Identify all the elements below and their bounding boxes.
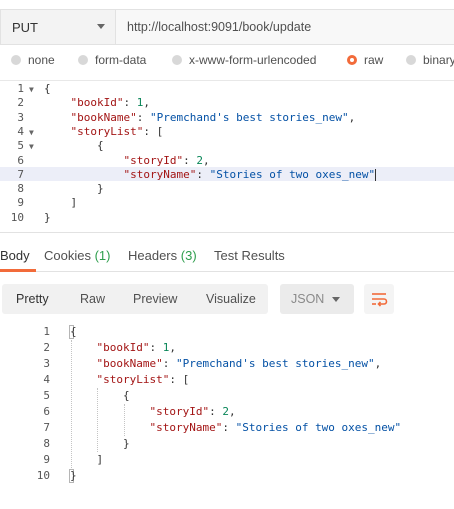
format-label: JSON: [291, 292, 325, 306]
code-line: "bookName": "Premchand's best stories_ne…: [96, 357, 382, 370]
radio-none[interactable]: none: [11, 53, 55, 67]
tab-label: Cookies: [44, 248, 91, 263]
radio-form-data[interactable]: form-data: [78, 53, 146, 67]
tab-label: Headers: [128, 248, 178, 263]
line-number: 1: [43, 325, 50, 338]
line-number: 5: [43, 389, 50, 402]
code-line: {: [96, 139, 104, 153]
format-select[interactable]: JSON: [280, 284, 354, 314]
code-line: "storyId": 2,: [123, 153, 210, 167]
editor-gutter: 1 2 3 4 5 6 7 8 9 10 ▼ ▼ ▼: [0, 81, 44, 231]
response-tabs: Body Cookies (1) Headers (3) Test Result…: [0, 232, 454, 272]
preview-button[interactable]: Preview: [133, 292, 177, 306]
radio-circle-icon: [172, 55, 182, 65]
method-select[interactable]: PUT: [0, 9, 115, 45]
radio-label: none: [28, 53, 55, 67]
line-number: 6: [17, 153, 24, 167]
url-input[interactable]: http://localhost:9091/book/update: [115, 9, 454, 45]
line-number: 7: [17, 167, 24, 181]
line-number: 6: [43, 405, 50, 418]
line-number: 3: [17, 110, 24, 124]
code-line: "storyName": "Stories of two oxes_new": [123, 167, 377, 181]
code-line: {: [44, 82, 51, 95]
radio-circle-icon: [11, 55, 21, 65]
fold-toggle-icon[interactable]: ▼: [29, 85, 34, 94]
radio-x-www-form-urlencoded[interactable]: x-www-form-urlencoded: [172, 53, 316, 67]
radio-circle-icon: [406, 55, 416, 65]
chevron-down-icon: [332, 297, 340, 302]
line-number: 3: [43, 357, 50, 370]
line-number: 8: [43, 437, 50, 450]
code-line: "storyList": [: [70, 124, 164, 138]
tab-cookies[interactable]: Cookies (1): [44, 248, 110, 263]
radio-label: x-www-form-urlencoded: [189, 53, 317, 67]
line-number: 9: [43, 453, 50, 466]
request-body-editor[interactable]: 1 2 3 4 5 6 7 8 9 10 ▼ ▼ ▼ { "bookId": 1…: [0, 80, 454, 231]
line-number: 10: [36, 469, 50, 482]
radio-label: binary: [423, 53, 454, 67]
radio-label: form-data: [95, 53, 147, 67]
method-label: PUT: [12, 20, 38, 35]
code-line: {: [122, 389, 130, 402]
tab-count: (3): [180, 248, 197, 263]
url-text: http://localhost:9091/book/update: [127, 20, 312, 34]
line-number: 5: [17, 139, 24, 153]
request-bar: PUT http://localhost:9091/book/update: [0, 0, 454, 54]
code-line: }: [70, 469, 77, 482]
code-line: "bookName": "Premchand's best stories_ne…: [70, 110, 356, 124]
pretty-button[interactable]: Pretty: [16, 292, 49, 306]
code-line: ]: [70, 196, 78, 210]
line-number: 2: [17, 96, 24, 110]
fold-toggle-icon[interactable]: ▼: [29, 128, 34, 137]
line-number: 4: [17, 124, 24, 138]
code-line: "storyList": [: [96, 373, 190, 386]
chevron-down-icon: [97, 24, 105, 29]
code-line: {: [70, 325, 77, 338]
body-type-radios: none form-data x-www-form-urlencoded raw…: [0, 52, 454, 78]
response-body-viewer[interactable]: 1 2 3 4 5 6 7 8 9 10 { "bookId": 1, "boo…: [0, 322, 454, 492]
code-line: "bookId": 1,: [70, 96, 150, 110]
line-number: 7: [43, 421, 50, 434]
code-line: "storyId": 2,: [149, 405, 236, 418]
code-line: }: [96, 182, 104, 196]
code-line: "storyName": "Stories of two oxes_new": [149, 421, 402, 434]
active-tab-indicator: [0, 269, 36, 272]
view-mode-group: Pretty Raw Preview Visualize: [2, 284, 268, 314]
wrap-lines-button[interactable]: [364, 284, 394, 314]
code-line: ]: [96, 453, 104, 466]
line-number: 2: [43, 341, 50, 354]
radio-circle-icon: [78, 55, 88, 65]
line-number: 8: [17, 182, 24, 196]
response-toolbar: Pretty Raw Preview Visualize JSON: [0, 284, 454, 316]
radio-selected-icon: [347, 55, 357, 65]
line-number: 4: [43, 373, 50, 386]
radio-label: raw: [364, 53, 384, 67]
code-line: }: [122, 437, 130, 450]
visualize-button[interactable]: Visualize: [206, 292, 256, 306]
tab-test-results[interactable]: Test Results: [214, 248, 285, 263]
radio-binary[interactable]: binary: [406, 53, 454, 67]
code-line: "bookId": 1,: [96, 341, 176, 354]
line-number: 1: [17, 82, 24, 95]
wrap-lines-icon: [372, 293, 388, 307]
tab-body[interactable]: Body: [0, 248, 30, 263]
tab-headers[interactable]: Headers (3): [128, 248, 197, 263]
tab-count: (1): [94, 248, 111, 263]
line-number: 9: [17, 196, 24, 210]
radio-raw[interactable]: raw: [347, 53, 383, 67]
fold-toggle-icon[interactable]: ▼: [29, 142, 34, 151]
raw-button[interactable]: Raw: [80, 292, 105, 306]
text-cursor: [375, 168, 377, 181]
code-line: }: [44, 210, 51, 224]
line-number: 10: [10, 210, 24, 224]
